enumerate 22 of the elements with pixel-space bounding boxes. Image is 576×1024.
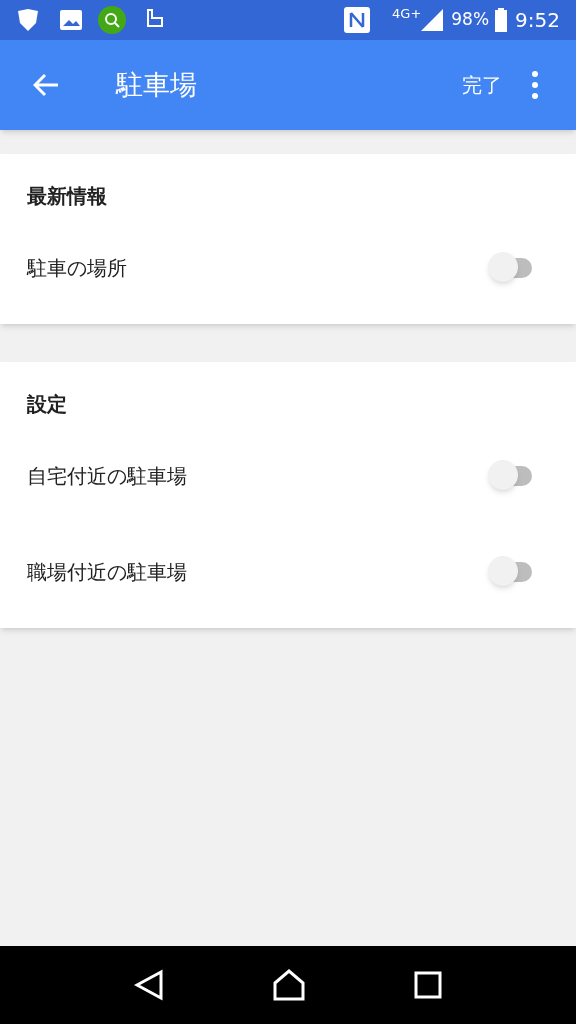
setting-label: 自宅付近の駐車場 — [27, 463, 187, 490]
signal-icon — [421, 9, 444, 31]
nfc-icon — [344, 7, 371, 33]
screen-title: 駐車場 — [116, 67, 197, 102]
section-title: 設定 — [26, 391, 68, 418]
search-icon — [98, 6, 126, 34]
back-arrow-icon — [33, 73, 59, 97]
image-icon — [60, 10, 82, 30]
more-icon — [532, 71, 538, 99]
done-button[interactable]: 完了 — [462, 70, 502, 100]
setting-label: 職場付近の駐車場 — [27, 559, 187, 586]
back-nav-icon[interactable] — [134, 969, 164, 1001]
setting-label: 駐車の場所 — [27, 255, 127, 282]
shield-icon — [16, 8, 40, 32]
section-title: 最新情報 — [26, 183, 108, 210]
recents-icon[interactable] — [414, 971, 442, 999]
battery-icon — [495, 8, 508, 32]
battery-level: 98% — [451, 8, 490, 32]
network-label: 4G+ — [392, 5, 422, 23]
more-menu-button[interactable] — [532, 71, 538, 99]
home-icon[interactable] — [272, 969, 306, 1001]
clock: 9:52 — [515, 7, 560, 34]
